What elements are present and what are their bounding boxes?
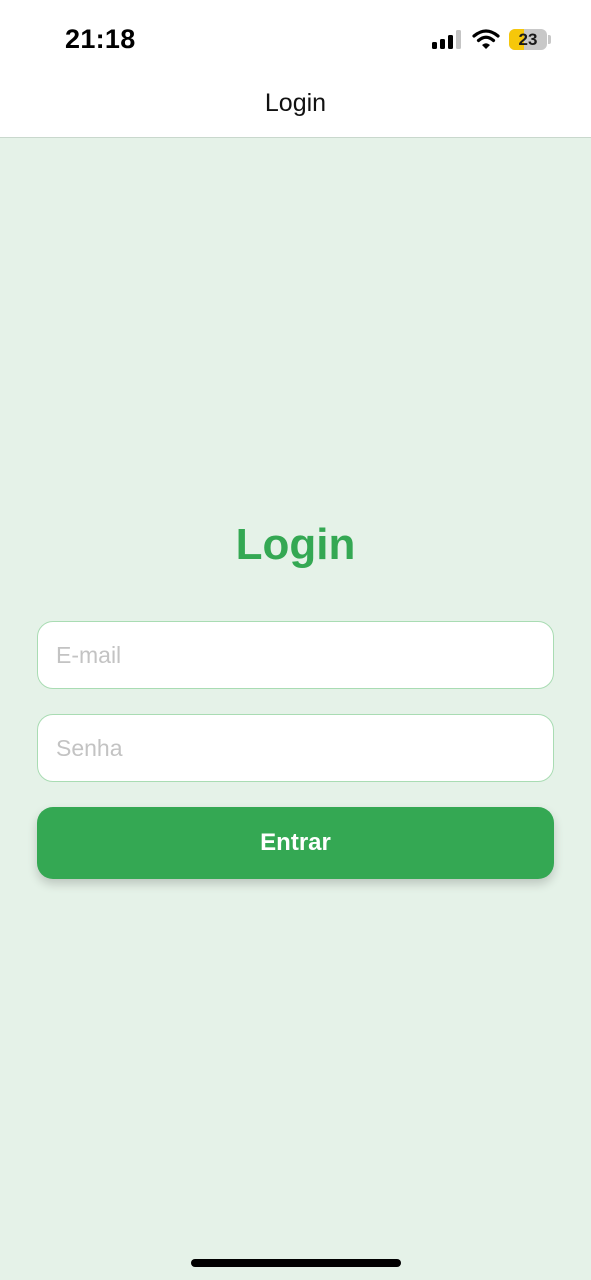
battery-cap (548, 35, 551, 44)
battery-level: 23 (518, 30, 538, 49)
email-field[interactable] (37, 621, 554, 689)
battery-icon: 23 (509, 29, 547, 50)
status-time: 21:18 (65, 24, 136, 54)
login-heading: Login (235, 520, 356, 569)
password-field[interactable] (37, 714, 554, 782)
wifi-icon (472, 29, 500, 49)
cellular-signal-icon (432, 30, 462, 49)
nav-title: Login (264, 89, 327, 117)
submit-button[interactable]: Entrar (37, 807, 554, 879)
top-area: 21:18 23 Login (0, 0, 591, 138)
home-indicator (191, 1259, 401, 1267)
